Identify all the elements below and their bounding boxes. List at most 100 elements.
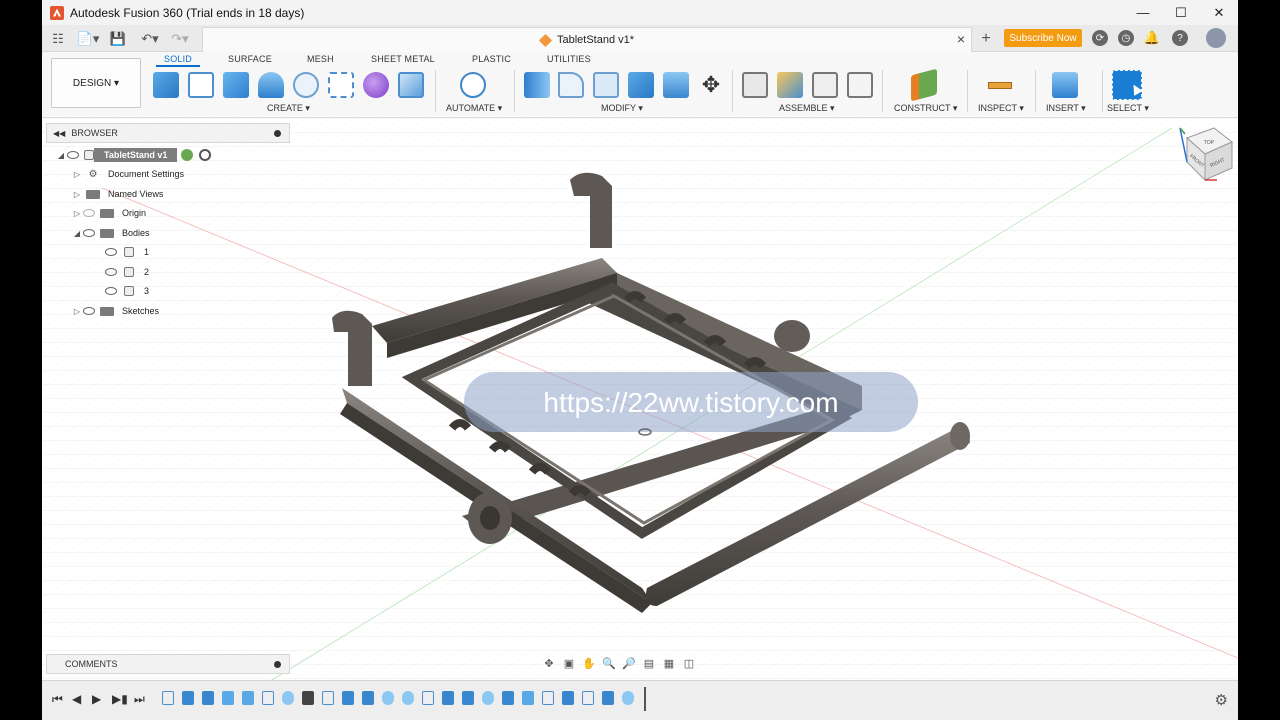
extrude-feature-icon[interactable] — [602, 691, 614, 705]
select-icon[interactable] — [1112, 70, 1143, 100]
move-feature-icon[interactable] — [302, 691, 314, 705]
hidden-eye-icon[interactable] — [82, 208, 96, 218]
timeline-marker[interactable] — [644, 687, 646, 711]
minimize-button[interactable]: — — [1124, 0, 1162, 25]
automate-menu[interactable]: AUTOMATE ▾ — [446, 103, 502, 114]
fillet-feature-icon[interactable] — [622, 691, 634, 705]
derive-icon[interactable] — [398, 72, 424, 98]
fillet-icon[interactable] — [558, 72, 584, 98]
look-at-icon[interactable]: ▣ — [562, 656, 576, 670]
extrude-feature-icon[interactable] — [362, 691, 374, 705]
pattern-icon[interactable] — [328, 72, 354, 98]
assemble-menu[interactable]: ASSEMBLE ▾ — [779, 103, 835, 114]
add-comment-icon[interactable] — [274, 660, 281, 668]
play-icon[interactable]: ▶ — [92, 692, 101, 706]
insert-image-icon[interactable] — [1052, 72, 1078, 98]
fillet-feature-icon[interactable] — [282, 691, 294, 705]
browser-item-origin[interactable]: ▷ Origin — [72, 205, 150, 221]
sketch-feature-icon[interactable] — [422, 691, 434, 705]
sketch-feature-icon[interactable] — [322, 691, 334, 705]
joint-icon[interactable] — [777, 72, 803, 98]
fit-icon[interactable]: 🔎 — [622, 656, 636, 670]
extrude-feature-icon[interactable] — [222, 691, 234, 705]
orbit-icon[interactable]: ✥ — [542, 656, 556, 670]
visibility-icon[interactable] — [104, 286, 118, 296]
browser-item-sketches[interactable]: ▷ Sketches — [72, 303, 163, 319]
avatar[interactable] — [1206, 28, 1226, 48]
browser-root[interactable]: ◢ TabletStand v1 — [56, 147, 212, 163]
new-component-icon[interactable] — [153, 72, 179, 98]
save-icon[interactable]: 💾 — [110, 29, 126, 49]
browser-item-bodies[interactable]: ◢ Bodies — [72, 225, 154, 241]
clock-icon[interactable]: ◷ — [1118, 30, 1134, 46]
go-to-start-icon[interactable]: ⏮ — [52, 692, 63, 707]
sketch-feature-icon[interactable] — [582, 691, 594, 705]
subscribe-button[interactable]: Subscribe Now — [1004, 29, 1082, 47]
create-sketch-icon[interactable] — [188, 72, 214, 98]
expand-icon[interactable]: ◢ — [56, 151, 66, 160]
model-viewport[interactable]: https://22ww.tistory.com TOP FRONT RIGHT — [42, 118, 1238, 680]
extrude-feature-icon[interactable] — [202, 691, 214, 705]
tab-sheet-metal[interactable]: SHEET METAL — [371, 54, 435, 64]
redo-icon[interactable]: ↷▾ — [168, 29, 192, 49]
hole-icon[interactable] — [293, 72, 319, 98]
expand-icon[interactable]: ▷ — [72, 170, 82, 179]
sketch-feature-icon[interactable] — [542, 691, 554, 705]
pin-icon[interactable] — [274, 129, 281, 137]
browser-item-body-3[interactable]: 3 — [104, 283, 153, 299]
inspect-menu[interactable]: INSPECT ▾ — [978, 103, 1024, 114]
tab-plastic[interactable]: PLASTIC — [472, 54, 511, 64]
close-tab-icon[interactable]: × — [957, 31, 965, 47]
browser-item-body-2[interactable]: 2 — [104, 264, 153, 280]
document-tab[interactable]: TabletStand v1* × — [202, 27, 972, 52]
chamfer-icon[interactable] — [593, 72, 619, 98]
fillet-feature-icon[interactable] — [482, 691, 494, 705]
extrude-feature-icon[interactable] — [502, 691, 514, 705]
new-component-assemble-icon[interactable] — [742, 72, 768, 98]
collapse-icon[interactable]: ◢ — [72, 229, 82, 238]
visibility-icon[interactable] — [82, 228, 96, 238]
collapse-panel-icon[interactable]: ◀◀ — [53, 129, 65, 138]
form-icon[interactable] — [363, 72, 389, 98]
extrude-icon[interactable] — [223, 72, 249, 98]
select-menu[interactable]: SELECT ▾ — [1107, 103, 1149, 114]
shell-icon[interactable] — [628, 72, 654, 98]
fillet-feature-icon[interactable] — [402, 691, 414, 705]
browser-item-document-settings[interactable]: ▷ ⚙ Document Settings — [72, 166, 188, 182]
radio-icon[interactable] — [199, 149, 212, 161]
activate-icon[interactable] — [181, 149, 194, 161]
offset-plane-icon[interactable] — [911, 68, 937, 102]
grid-icon[interactable]: ☷ — [50, 29, 66, 49]
visibility-icon[interactable] — [82, 306, 96, 316]
construct-menu[interactable]: CONSTRUCT ▾ — [894, 103, 957, 114]
viewport-canvas[interactable]: https://22ww.tistory.com TOP FRONT RIGHT… — [42, 118, 1238, 680]
display-settings-icon[interactable]: ▤ — [642, 656, 656, 670]
zoom-icon[interactable]: 🔍 — [602, 656, 616, 670]
visibility-icon[interactable] — [104, 247, 118, 257]
undo-icon[interactable]: ↶▾ — [138, 29, 162, 49]
sketch-feature-icon[interactable] — [262, 691, 274, 705]
expand-icon[interactable]: ▷ — [72, 209, 82, 218]
step-forward-icon[interactable]: ▶▮ — [112, 692, 128, 706]
grid-settings-icon[interactable]: ▦ — [662, 656, 676, 670]
sketch-feature-icon[interactable] — [162, 691, 174, 705]
expand-icon[interactable]: ▷ — [72, 307, 82, 316]
measure-icon[interactable] — [987, 72, 1013, 98]
extrude-feature-icon[interactable] — [242, 691, 254, 705]
fillet-feature-icon[interactable] — [382, 691, 394, 705]
automate-icon[interactable] — [460, 72, 486, 98]
browser-item-body-1[interactable]: 1 — [104, 244, 153, 260]
extrude-feature-icon[interactable] — [182, 691, 194, 705]
workspace-switcher[interactable]: DESIGN ▾ — [51, 58, 141, 108]
go-to-end-icon[interactable]: ⏭ — [134, 692, 145, 707]
viewports-icon[interactable]: ◫ — [682, 656, 696, 670]
online-status-icon[interactable]: ⟳ — [1092, 30, 1108, 46]
tab-mesh[interactable]: MESH — [307, 54, 334, 64]
extrude-feature-icon[interactable] — [562, 691, 574, 705]
extrude-feature-icon[interactable] — [522, 691, 534, 705]
tab-solid[interactable]: SOLID — [156, 54, 201, 67]
revolve-icon[interactable] — [258, 72, 284, 98]
tab-surface[interactable]: SURFACE — [228, 54, 272, 64]
extrude-feature-icon[interactable] — [342, 691, 354, 705]
close-button[interactable]: ✕ — [1200, 0, 1238, 25]
